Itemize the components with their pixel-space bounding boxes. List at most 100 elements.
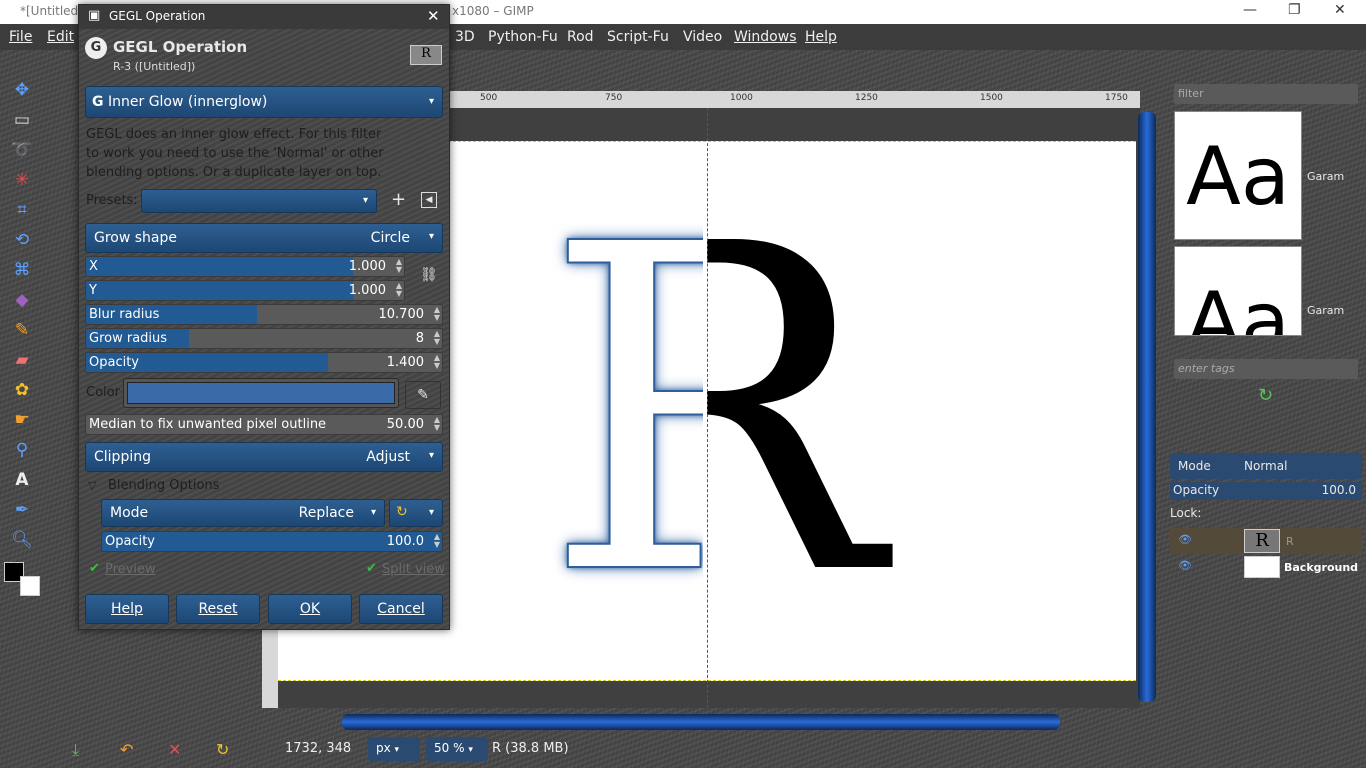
color-picker-icon[interactable]: ✎: [405, 381, 441, 409]
font-filter-input[interactable]: filter: [1174, 84, 1358, 104]
close-window-button[interactable]: ✕: [1334, 2, 1346, 18]
layer-mode-row[interactable]: Mode Normal: [1170, 453, 1362, 479]
layer-opacity-field[interactable]: Opacity 100.0: [1170, 482, 1362, 500]
ruler-tick: 1250: [855, 93, 878, 103]
gegl-operation-dialog: ▣ GEGL Operation ✕ G GEGL Operation R-3 …: [78, 4, 450, 630]
gegl-logo-icon: G: [92, 94, 104, 110]
median-field[interactable]: Median to fix unwanted pixel outline 50.…: [85, 414, 443, 435]
font-preview-1[interactable]: Aa: [1174, 111, 1302, 240]
grow-shape-select[interactable]: Grow shape Circle ▾: [85, 223, 443, 253]
reset-button[interactable]: Reset: [176, 594, 260, 624]
eraser-icon[interactable]: ▰: [10, 348, 34, 372]
clipping-select[interactable]: Clipping Adjust ▾: [85, 442, 443, 472]
split-view-checkbox[interactable]: Split view: [382, 562, 445, 577]
dialog-close-button[interactable]: ✕: [427, 7, 440, 25]
visibility-eye-icon[interactable]: 👁︎: [1178, 533, 1192, 546]
add-preset-button[interactable]: +: [391, 189, 406, 210]
layer-row-background[interactable]: 👁︎ Background: [1170, 554, 1362, 580]
zoom-select[interactable]: 50 % ▾: [426, 737, 488, 761]
operation-select[interactable]: G Inner Glow (innerglow) ▾: [85, 86, 443, 118]
preset-menu-button[interactable]: ◀: [421, 192, 437, 208]
layer-row-r[interactable]: 👁︎ R R: [1170, 528, 1362, 554]
font-preview-2[interactable]: Aa: [1174, 246, 1302, 336]
menu-3d[interactable]: 3D: [455, 29, 475, 45]
x-field[interactable]: X 1.000 ▲ ▼: [85, 256, 405, 277]
chevron-down-icon: ▾: [362, 195, 368, 206]
menu-rod[interactable]: Rod: [567, 29, 594, 45]
unit-select[interactable]: px ▾: [368, 737, 420, 761]
menu-python-fu[interactable]: Python-Fu: [488, 29, 558, 45]
refresh-icon[interactable]: ↻: [1258, 385, 1273, 406]
zoom-tool-icon[interactable]: 🔍︎: [10, 528, 34, 552]
transform-icon[interactable]: ⟲: [10, 228, 34, 252]
statusbar: ⤓ ↶ ✕ ↻ 1732, 348 px ▾ 50 % ▾ R (38.8 MB…: [0, 730, 1366, 768]
menu-file[interactable]: File: [9, 29, 32, 45]
smudge-icon[interactable]: ☛: [10, 408, 34, 432]
color-button[interactable]: [123, 378, 399, 408]
check-icon: ✔: [366, 561, 377, 576]
crop-icon[interactable]: ⌗: [10, 198, 34, 222]
preview-letter-glow: R: [543, 222, 703, 602]
blend-mode-select[interactable]: Mode Replace ▾: [101, 499, 385, 527]
font-name-2: Garam: [1307, 304, 1345, 317]
blending-options-label[interactable]: Blending Options: [108, 478, 219, 493]
minimize-button[interactable]: —: [1243, 2, 1257, 18]
lasso-icon[interactable]: ➰: [10, 138, 34, 162]
background-color-swatch[interactable]: [20, 576, 40, 596]
move-tool-icon[interactable]: ✥: [10, 78, 34, 102]
presets-select[interactable]: ▾: [141, 189, 377, 213]
dodge-icon[interactable]: ⚲: [10, 438, 34, 462]
font-name-1: Garam: [1307, 170, 1345, 183]
fuzzy-select-icon[interactable]: ✳: [10, 168, 34, 192]
tags-input[interactable]: enter tags: [1174, 359, 1358, 379]
reset-icon[interactable]: ↻: [216, 740, 229, 759]
dialog-header-title: GEGL Operation: [113, 38, 248, 56]
color-label: Color: [86, 385, 120, 400]
paintbrush-icon[interactable]: ✎: [10, 318, 34, 342]
rect-select-icon[interactable]: ▭: [10, 108, 34, 132]
horizontal-scrollbar[interactable]: [342, 714, 1060, 730]
preview-checkbox[interactable]: Preview: [105, 562, 156, 577]
ok-button[interactable]: OK: [268, 594, 352, 624]
maximize-button[interactable]: ❐: [1288, 2, 1301, 18]
preview-letter-original: R: [707, 222, 1007, 602]
opacity-field[interactable]: Opacity 1.400 ▲ ▼: [85, 352, 443, 373]
dialog-header-subtitle: R-3 ([Untitled]): [113, 60, 196, 73]
toolbox: ✥ ▭ ➰ ✳ ⌗ ⟲ ⌘ ◆ ✎ ▰ ✿ ☛ ⚲ A ✒ 🔍︎: [0, 50, 46, 730]
blend-mode-reset-button[interactable]: ↻ ▾: [389, 499, 443, 527]
status-info: R (38.8 MB): [492, 741, 569, 756]
dialog-titlebar: ▣ GEGL Operation ✕: [79, 5, 449, 29]
path-tool-icon[interactable]: ✒: [10, 498, 34, 522]
blur-radius-field[interactable]: Blur radius 10.700 ▲ ▼: [85, 304, 443, 325]
warp-icon[interactable]: ⌘: [10, 258, 34, 282]
export-icon[interactable]: ⤓: [72, 740, 79, 760]
menu-script-fu[interactable]: Script-Fu: [607, 29, 669, 45]
cancel-button[interactable]: Cancel: [359, 594, 443, 624]
undo-icon[interactable]: ↶: [120, 740, 133, 759]
menu-edit[interactable]: Edit: [47, 29, 74, 45]
text-tool-icon[interactable]: A: [10, 468, 34, 492]
chain-link-icon[interactable]: ⛓: [420, 267, 438, 283]
x-fill: [86, 257, 354, 276]
blend-opacity-field[interactable]: Opacity 100.0 ▲ ▼: [101, 531, 443, 552]
menu-windows[interactable]: Windows: [734, 29, 797, 45]
visibility-eye-icon[interactable]: 👁︎: [1178, 559, 1192, 572]
delete-icon[interactable]: ✕: [168, 740, 181, 759]
layer-thumbnail: R: [410, 45, 442, 65]
dialog-app-icon: ▣: [88, 8, 101, 23]
ruler-tick: 750: [605, 93, 623, 103]
help-button[interactable]: Help: [85, 594, 169, 624]
bucket-fill-icon[interactable]: ◆: [10, 288, 34, 312]
grow-radius-field[interactable]: Grow radius 8 ▲ ▼: [85, 328, 443, 349]
menu-help[interactable]: Help: [805, 29, 837, 45]
chevron-down-icon: ▾: [428, 231, 434, 242]
expander-triangle-icon[interactable]: ▽: [88, 479, 96, 492]
window-title-right: x1080 – GIMP: [452, 4, 534, 18]
y-field[interactable]: Y 1.000 ▲ ▼: [85, 280, 405, 301]
chevron-down-icon: ▾: [370, 507, 376, 518]
chevron-down-icon: ▾: [428, 450, 434, 461]
horizontal-ruler: 500 750 1000 1250 1500 1750: [450, 91, 1140, 108]
clone-icon[interactable]: ✿: [10, 378, 34, 402]
menu-video[interactable]: Video: [683, 29, 722, 45]
vertical-scrollbar[interactable]: [1138, 112, 1156, 702]
